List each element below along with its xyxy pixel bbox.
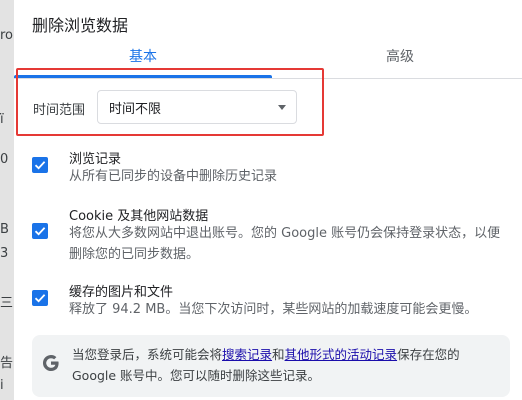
time-range-label: 时间范围 — [33, 103, 86, 118]
info-text-suffix: 保存在您的 — [397, 347, 460, 362]
option-title: 浏览记录 — [69, 152, 122, 167]
bg-fragment: B — [0, 222, 9, 237]
time-range-value: 时间不限 — [109, 101, 162, 117]
bg-fragment: 告 — [0, 356, 14, 371]
other-activity-link[interactable]: 其他形式的活动记录 — [285, 347, 398, 362]
bg-fragment: ï — [0, 112, 4, 127]
browsing-history-checkbox[interactable] — [32, 157, 48, 173]
checkmark-icon — [34, 161, 46, 170]
bg-fragment: 三 — [0, 296, 14, 311]
bg-fragment: 0 — [0, 152, 9, 167]
option-title: Cookie 及其他网站数据 — [69, 209, 209, 224]
checkmark-icon — [34, 294, 46, 303]
google-logo-icon — [43, 355, 59, 371]
google-account-info-card: 当您登录后，系统可能会将搜索记录和其他形式的活动记录保存在您的 Google 账… — [32, 335, 510, 397]
bg-fragment: i — [0, 378, 4, 393]
option-title: 缓存的图片和文件 — [69, 285, 174, 300]
search-history-link[interactable]: 搜索记录 — [222, 347, 272, 362]
cookies-checkbox[interactable] — [32, 223, 48, 239]
time-range-select[interactable]: 时间不限 — [97, 90, 297, 124]
info-text-line2: Google 账号中。您可以随时删除这些记录。 — [72, 368, 321, 383]
option-description: 从所有已同步的设备中删除历史记录 — [69, 169, 278, 184]
tab-advanced[interactable]: 高级 — [386, 46, 414, 66]
tab-basic[interactable]: 基本 — [129, 46, 157, 66]
dialog-title: 删除浏览数据 — [32, 16, 129, 35]
checkmark-icon — [34, 227, 46, 236]
info-text-mid: 和 — [272, 347, 285, 362]
option-description: 删除您的已同步数据。 — [69, 247, 200, 262]
dropdown-arrow-icon — [278, 105, 286, 110]
bg-fragment: ro — [0, 28, 14, 43]
option-description: 将您从大多数网站中退出账号。您的 Google 账号仍会保持登录状态，以便 — [69, 226, 501, 241]
bg-fragment: 3 — [0, 246, 9, 261]
cached-files-checkbox[interactable] — [32, 290, 48, 306]
info-text-prefix: 当您登录后，系统可能会将 — [72, 347, 223, 362]
clear-browsing-data-dialog: 删除浏览数据 基本 高级 时间范围 时间不限 浏览记录 从所有已同步的设备中删除… — [14, 0, 522, 400]
option-description: 释放了 94.2 MB。当您下次访问时，某些网站的加载速度可能会更慢。 — [69, 302, 478, 317]
background-page-strip: ro ï 0 B 3 三 告 i — [0, 0, 14, 400]
info-text: 当您登录后，系统可能会将搜索记录和其他形式的活动记录保存在您的 Google 账… — [72, 344, 502, 386]
